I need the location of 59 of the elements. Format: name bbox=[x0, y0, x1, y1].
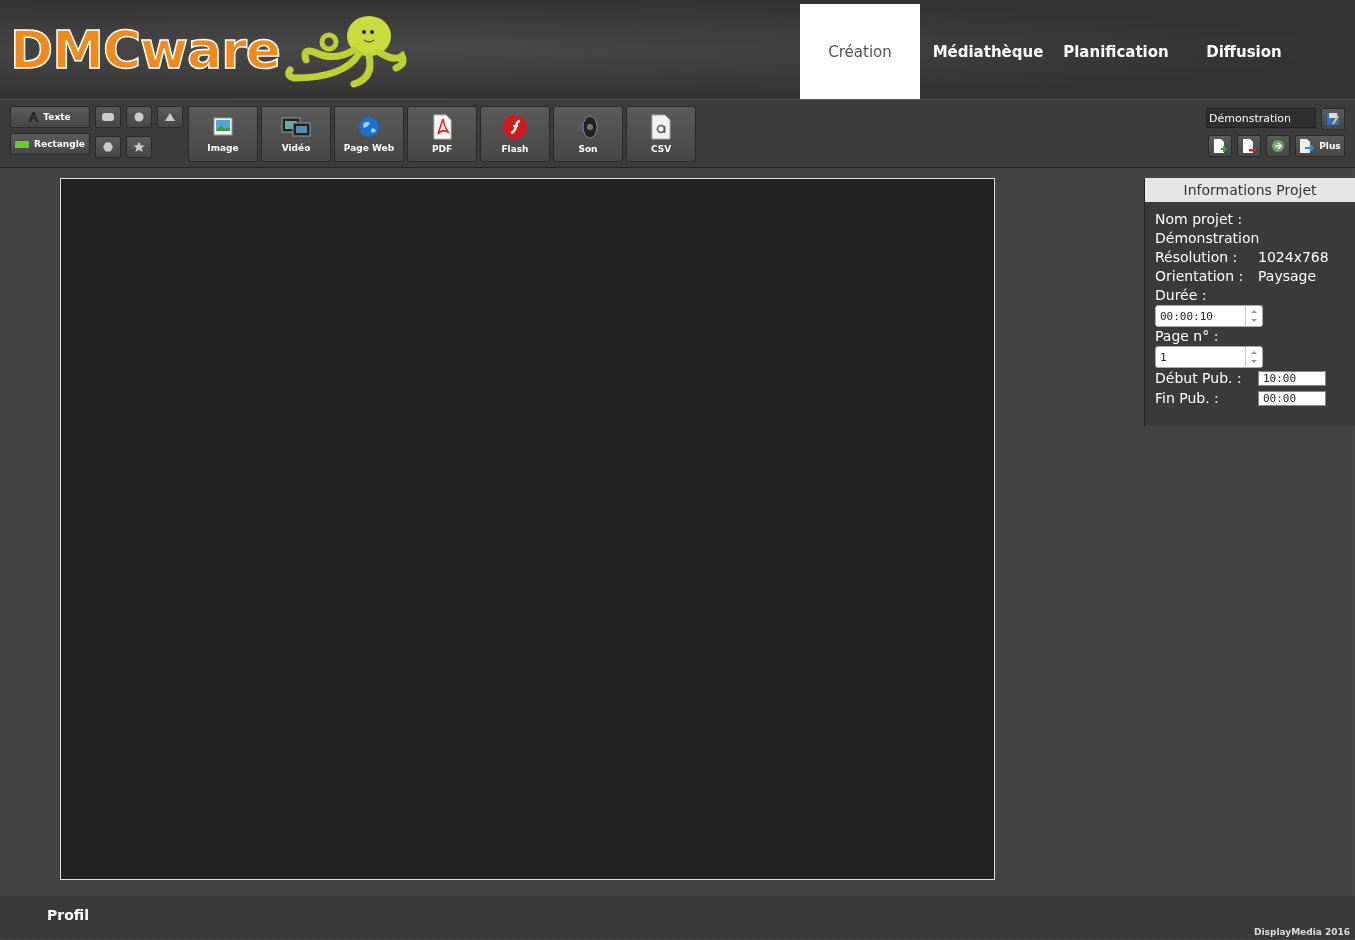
shape-tool-button[interactable] bbox=[126, 136, 152, 158]
rectangle-tool-button[interactable]: Rectangle bbox=[10, 133, 90, 155]
logo-text: DMCware bbox=[10, 19, 281, 80]
speaker-icon bbox=[575, 114, 601, 140]
field-value: Paysage bbox=[1258, 267, 1317, 286]
media-tool-button[interactable]: PDF bbox=[407, 106, 477, 162]
time-field[interactable]: 10:00 bbox=[1258, 370, 1326, 386]
field-label: Résolution : bbox=[1155, 248, 1239, 267]
page-action-button[interactable] bbox=[1237, 135, 1261, 157]
project-name-field[interactable]: Démonstration bbox=[1206, 108, 1316, 128]
copyright-text: DisplayMedia 2016 bbox=[1254, 927, 1350, 937]
nav-tab[interactable]: Planification bbox=[1056, 4, 1176, 99]
field-label: Début Pub. : bbox=[1155, 370, 1243, 386]
shape-tool-button[interactable] bbox=[95, 136, 121, 158]
flash-logo-icon bbox=[502, 114, 528, 140]
text-tool-button[interactable]: Texte bbox=[10, 106, 90, 128]
more-button[interactable]: Plus bbox=[1295, 135, 1345, 157]
field-label: Nom projet : bbox=[1155, 210, 1244, 229]
media-tool-button[interactable]: Flash bbox=[480, 106, 550, 162]
star-icon bbox=[132, 140, 146, 154]
media-tool-button[interactable]: CSV bbox=[626, 106, 696, 162]
profile-link[interactable]: Profil bbox=[47, 907, 89, 923]
rounded-rectangle-icon bbox=[101, 110, 115, 124]
shape-tool-button[interactable] bbox=[95, 106, 121, 128]
nav-tab[interactable]: Création bbox=[800, 4, 920, 99]
field-value: Démonstration bbox=[1155, 229, 1261, 248]
nav-tab[interactable]: Diffusion bbox=[1184, 4, 1304, 99]
media-tool-button[interactable]: Page Web bbox=[334, 106, 404, 162]
page-number-spinner[interactable]: 1 bbox=[1155, 346, 1263, 368]
field-label: Fin Pub. : bbox=[1155, 390, 1220, 406]
rectangle-icon bbox=[15, 140, 30, 148]
shape-tool-button[interactable] bbox=[126, 106, 152, 128]
page-action-button[interactable] bbox=[1266, 135, 1290, 157]
picture-icon bbox=[211, 115, 235, 139]
media-tool-button[interactable]: Son bbox=[553, 106, 623, 162]
panel-title: Informations Projet bbox=[1145, 178, 1355, 202]
arrow-circle-icon bbox=[1271, 139, 1285, 153]
document-arrow-icon bbox=[1299, 138, 1316, 154]
globe-icon bbox=[357, 115, 381, 139]
field-value: 1024x768 bbox=[1258, 248, 1329, 267]
field-label: Orientation : bbox=[1155, 267, 1245, 286]
field-label: Page n° : bbox=[1155, 327, 1220, 346]
duration-spinner[interactable]: 00:00:10 bbox=[1155, 305, 1263, 327]
page-action-button[interactable] bbox=[1208, 135, 1232, 157]
film-icon bbox=[281, 115, 311, 139]
field-label: Durée : bbox=[1155, 286, 1208, 305]
media-tool-button[interactable]: Image bbox=[188, 106, 258, 162]
time-field[interactable]: 00:00 bbox=[1258, 390, 1326, 406]
save-button[interactable] bbox=[1321, 108, 1345, 130]
nav-tab[interactable]: Médiathèque bbox=[928, 4, 1048, 99]
letter-a-icon bbox=[29, 112, 39, 122]
media-tool-button[interactable]: Vidéo bbox=[261, 106, 331, 162]
shape-tool-button[interactable] bbox=[157, 106, 183, 128]
circle-icon bbox=[132, 110, 146, 124]
hexagon-icon bbox=[101, 140, 115, 154]
csv-file-icon bbox=[650, 114, 672, 140]
remove-page-icon bbox=[1242, 138, 1256, 154]
pdf-document-icon bbox=[431, 114, 453, 140]
add-page-icon bbox=[1213, 138, 1227, 154]
